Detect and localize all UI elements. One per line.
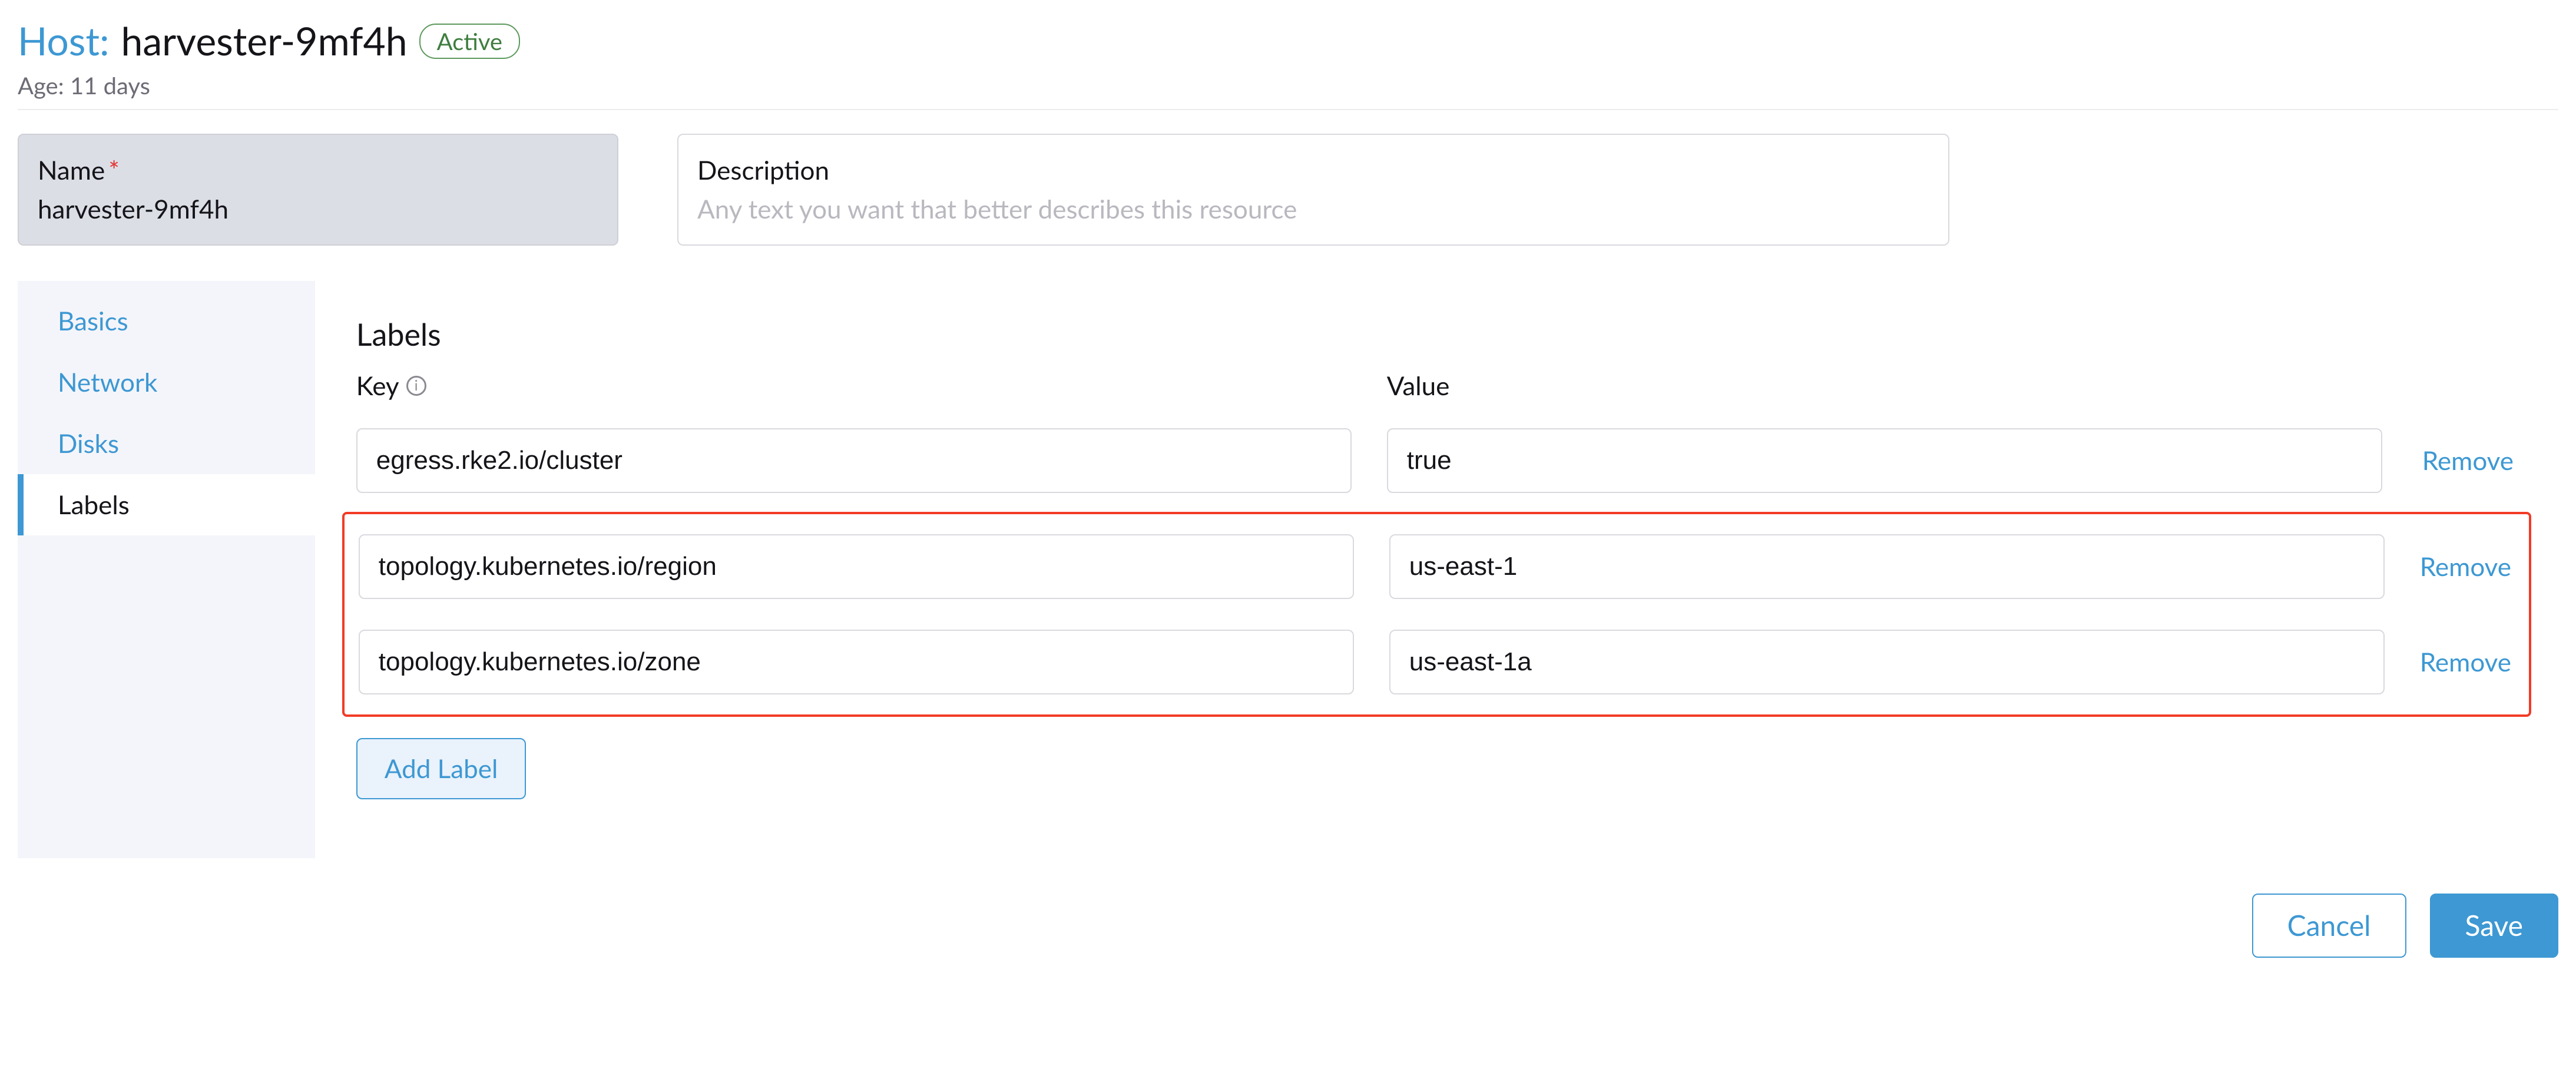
age-value: 11 days	[70, 71, 150, 100]
key-column-header: Key i	[356, 370, 1352, 401]
label-value-input[interactable]	[1389, 630, 2385, 694]
age-label: Age:	[18, 71, 64, 100]
name-field: Name* harvester-9mf4h	[18, 134, 618, 246]
column-headers: Key i Value	[356, 370, 2517, 401]
sidebar-item-labels[interactable]: Labels	[18, 474, 315, 535]
remove-button[interactable]: Remove	[2422, 445, 2517, 476]
label-row: Remove	[359, 519, 2515, 614]
content: Labels Key i Value Remove	[315, 281, 2558, 858]
sidebar: Basics Network Disks Labels	[18, 281, 315, 858]
sidebar-item-basics[interactable]: Basics	[18, 290, 315, 352]
label-row: Remove	[359, 614, 2515, 710]
remove-button[interactable]: Remove	[2420, 551, 2515, 582]
head-fields: Name* harvester-9mf4h Description Any te…	[18, 134, 2558, 246]
name-value: harvester-9mf4h	[38, 194, 598, 224]
label-key-input[interactable]	[359, 630, 1354, 694]
resource-name: harvester-9mf4h	[121, 18, 408, 64]
add-label-button[interactable]: Add Label	[356, 738, 527, 799]
description-field[interactable]: Description Any text you want that bette…	[677, 134, 1949, 246]
name-label: Name*	[38, 155, 598, 186]
save-button[interactable]: Save	[2430, 894, 2559, 958]
page: Host: harvester-9mf4h Active Age: 11 day…	[0, 0, 2576, 1011]
sidebar-item-disks[interactable]: Disks	[18, 413, 315, 474]
sidebar-item-network[interactable]: Network	[18, 352, 315, 413]
footer: Cancel Save	[18, 894, 2558, 958]
masthead: Host: harvester-9mf4h Active Age: 11 day…	[18, 18, 2558, 110]
label-value-input[interactable]	[1389, 534, 2385, 599]
label-row: Remove	[356, 413, 2517, 508]
label-key-input[interactable]	[359, 534, 1354, 599]
age-line: Age: 11 days	[18, 71, 2558, 100]
status-badge: Active	[419, 24, 520, 59]
labels-table: Remove Remove Remove	[356, 413, 2517, 720]
main: Basics Network Disks Labels Labels Key i…	[18, 281, 2558, 858]
section-title: Labels	[356, 316, 2517, 353]
required-indicator: *	[105, 155, 120, 186]
description-label: Description	[697, 155, 1929, 186]
resource-kind: Host:	[18, 18, 110, 64]
description-placeholder: Any text you want that better describes …	[697, 194, 1929, 224]
remove-button[interactable]: Remove	[2420, 647, 2515, 677]
label-key-input[interactable]	[356, 428, 1352, 493]
label-value-input[interactable]	[1387, 428, 2382, 493]
info-icon[interactable]: i	[406, 376, 426, 396]
value-column-header: Value	[1387, 370, 2382, 401]
highlighted-rows: Remove Remove	[342, 512, 2531, 717]
cancel-button[interactable]: Cancel	[2252, 894, 2406, 958]
title-line: Host: harvester-9mf4h Active	[18, 18, 2558, 64]
